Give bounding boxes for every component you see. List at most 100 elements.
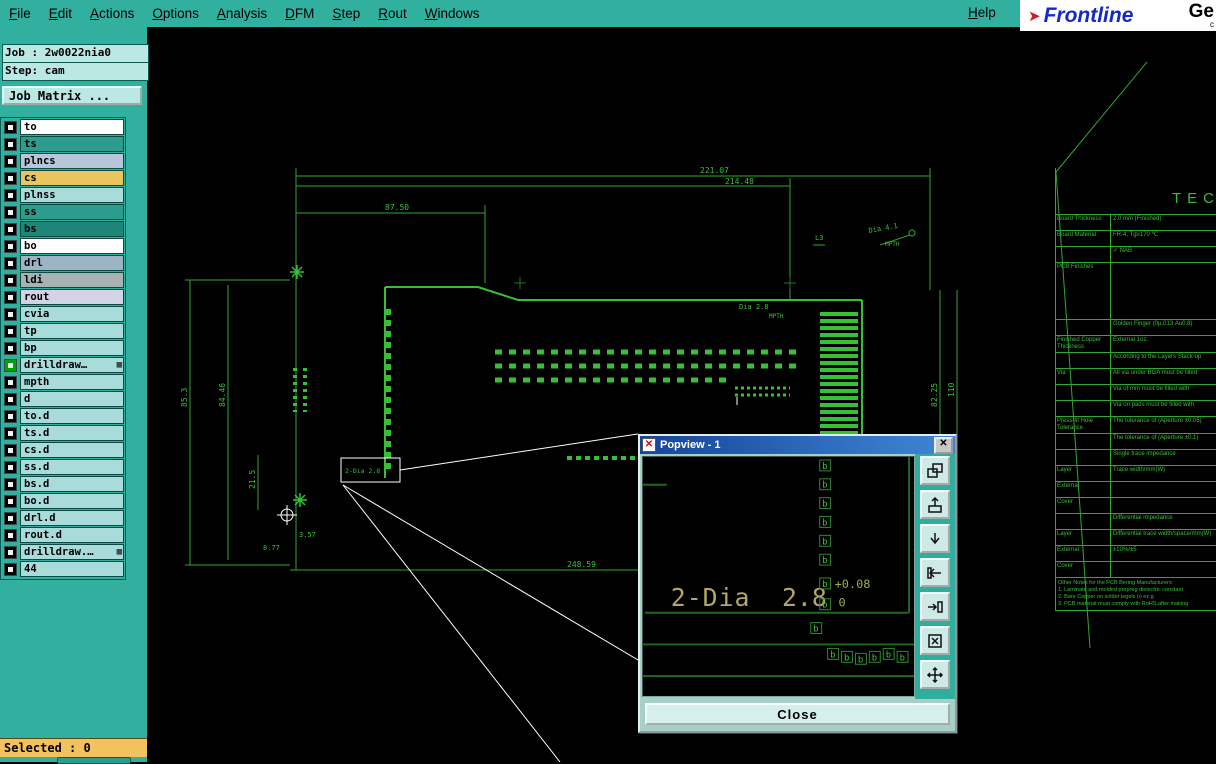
layer-row-rout.d[interactable]: rout.d [2,527,124,543]
layer-name[interactable]: ts.d [20,425,124,441]
layer-visibility-checkbox[interactable] [4,358,17,372]
layer-row-ldi[interactable]: ldi [2,272,124,288]
layer-name[interactable]: plnss [20,187,124,203]
layer-row-44[interactable]: 44 [2,561,124,577]
layer-visibility-checkbox[interactable] [4,409,17,423]
layer-visibility-checkbox[interactable] [4,222,17,236]
layer-name[interactable]: bs [20,221,124,237]
menu-analysis[interactable]: Analysis [208,6,276,21]
popview-titlebar[interactable]: ✕ Popview - 1 ✕ [640,436,955,454]
layer-row-to.d[interactable]: to.d [2,408,124,424]
layer-visibility-checkbox[interactable] [4,188,17,202]
layer-name[interactable]: to.d [20,408,124,424]
layer-visibility-checkbox[interactable] [4,341,17,355]
layer-visibility-checkbox[interactable] [4,545,17,559]
layer-row-cs[interactable]: cs [2,170,124,186]
layer-visibility-checkbox[interactable] [4,392,17,406]
layer-name[interactable]: bp [20,340,124,356]
layer-visibility-checkbox[interactable] [4,137,17,151]
layer-name[interactable]: rout [20,289,124,305]
layer-visibility-checkbox[interactable] [4,528,17,542]
popview-previous-view-button[interactable] [920,456,950,485]
layer-name[interactable]: cvia [20,306,124,322]
layer-name[interactable]: bo [20,238,124,254]
layer-visibility-checkbox[interactable] [4,460,17,474]
popview-zoom-out-button[interactable] [920,524,950,553]
layer-name[interactable]: drl [20,255,124,271]
layer-row-tp[interactable]: tp [2,323,124,339]
layer-name[interactable]: cs.d [20,442,124,458]
layer-row-drl.d[interactable]: drl.d [2,510,124,526]
layer-name[interactable]: d [20,391,124,407]
popview-clear-view-button[interactable] [920,626,950,655]
layer-row-rout[interactable]: rout [2,289,124,305]
layer-name[interactable]: drl.d [20,510,124,526]
layer-name[interactable]: plncs [20,153,124,169]
layer-visibility-checkbox[interactable] [4,205,17,219]
layer-row-cvia[interactable]: cvia [2,306,124,322]
layer-row-ts.d[interactable]: ts.d [2,425,124,441]
layer-name[interactable]: tp [20,323,124,339]
menu-edit[interactable]: Edit [40,6,81,21]
layer-visibility-checkbox[interactable] [4,239,17,253]
layer-visibility-checkbox[interactable] [4,375,17,389]
job-matrix-button[interactable]: Job Matrix ... [2,86,142,105]
menu-file[interactable]: File [0,6,40,21]
layer-visibility-checkbox[interactable] [4,307,17,321]
popview-pan-right-button[interactable] [920,592,950,621]
popview-canvas[interactable]: 2-Dia 2.8 +0.08 0 bbbbbbbbbbbbbbb [642,456,915,697]
layer-name[interactable]: ts [20,136,124,152]
popview-close-icon[interactable]: ✕ [934,436,953,454]
layer-name[interactable]: mpth [20,374,124,390]
layer-visibility-checkbox[interactable] [4,256,17,270]
menu-windows[interactable]: Windows [416,6,489,21]
layer-name[interactable]: ss.d [20,459,124,475]
layer-visibility-checkbox[interactable] [4,562,17,576]
layer-visibility-checkbox[interactable] [4,324,17,338]
layer-name[interactable]: to [20,119,124,135]
layer-visibility-checkbox[interactable] [4,511,17,525]
layer-name[interactable]: drilldraw.… ▦ [20,544,124,560]
layer-name[interactable]: cs [20,170,124,186]
layer-name[interactable]: drilldraw… ▦ [20,357,124,373]
layer-row-bs[interactable]: bs [2,221,124,237]
layer-visibility-checkbox[interactable] [4,494,17,508]
layer-row-plnss[interactable]: plnss [2,187,124,203]
layer-visibility-checkbox[interactable] [4,171,17,185]
layer-row-drilldraw.…[interactable]: drilldraw.… ▦ [2,544,124,560]
layer-visibility-checkbox[interactable] [4,426,17,440]
layer-visibility-checkbox[interactable] [4,290,17,304]
popview-window[interactable]: ✕ Popview - 1 ✕ 2-Dia 2.8 +0.08 0 b b b … [638,434,957,733]
popview-close-button[interactable]: Close [645,703,950,725]
layer-name[interactable]: ldi [20,272,124,288]
menu-rout[interactable]: Rout [369,6,416,21]
layer-row-bs.d[interactable]: bs.d [2,476,124,492]
layer-name[interactable]: 44 [20,561,124,577]
layer-name[interactable]: bo.d [20,493,124,509]
layer-visibility-checkbox[interactable] [4,443,17,457]
menu-options[interactable]: Options [143,6,208,21]
menu-help[interactable]: Help [968,5,996,20]
layer-row-ss[interactable]: ss [2,204,124,220]
layer-visibility-checkbox[interactable] [4,120,17,134]
menu-actions[interactable]: Actions [81,6,143,21]
layer-row-plncs[interactable]: plncs [2,153,124,169]
layer-row-cs.d[interactable]: cs.d [2,442,124,458]
layer-row-d[interactable]: d [2,391,124,407]
layer-visibility-checkbox[interactable] [4,154,17,168]
layer-name[interactable]: bs.d [20,476,124,492]
layer-row-drilldraw…[interactable]: drilldraw… ▦ [2,357,124,373]
layer-row-ss.d[interactable]: ss.d [2,459,124,475]
layer-row-bp[interactable]: bp [2,340,124,356]
layer-name[interactable]: rout.d [20,527,124,543]
menu-step[interactable]: Step [323,6,369,21]
popview-zoom-in-button[interactable] [920,490,950,519]
menu-dfm[interactable]: DFM [276,6,323,21]
layer-row-drl[interactable]: drl [2,255,124,271]
layer-row-mpth[interactable]: mpth [2,374,124,390]
layer-row-bo[interactable]: bo [2,238,124,254]
popview-pan-left-button[interactable] [920,558,950,587]
popview-pan-button[interactable] [920,660,950,689]
layer-visibility-checkbox[interactable] [4,273,17,287]
layer-row-ts[interactable]: ts [2,136,124,152]
